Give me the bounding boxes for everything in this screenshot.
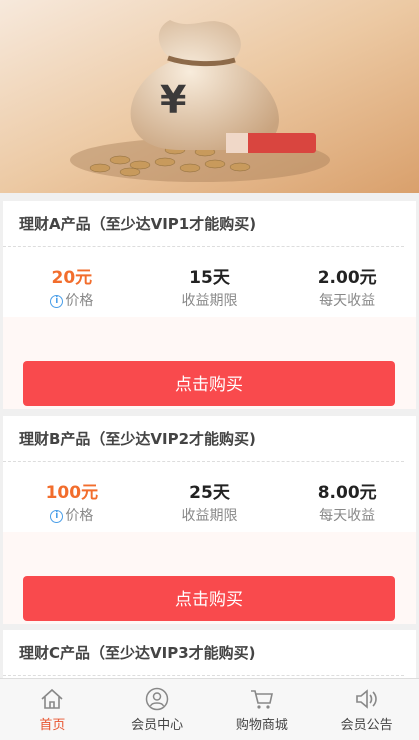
product-card: 理财B产品（至少达VIP2才能购买) 100元 i 价格 25天 收益期限 8.0… [3, 416, 416, 624]
tab-announcement[interactable]: 会员公告 [314, 679, 419, 740]
price-label: 价格 [65, 293, 94, 309]
period-label: 收益期限 [181, 293, 238, 309]
period-stat: 15天 收益期限 [141, 267, 279, 322]
daily-income-stat: 8.00元 每天收益 [278, 482, 416, 537]
product-card: 理财A产品（至少达VIP1才能购买) 20元 i 价格 15天 收益期限 2.00… [3, 201, 416, 409]
buy-button[interactable]: 点击购买 [23, 576, 395, 621]
buy-button[interactable]: 点击购买 [23, 361, 395, 406]
period-label: 收益期限 [181, 508, 238, 524]
period-stat: 25天 收益期限 [141, 482, 279, 537]
yen-symbol: ¥ [160, 78, 186, 122]
price-stat: 100元 i 价格 [3, 482, 141, 537]
price-stat: 20元 i 价格 [3, 267, 141, 322]
cart-icon [250, 690, 273, 709]
tab-label: 会员公告 [340, 718, 393, 733]
home-icon [41, 688, 63, 709]
info-icon: i [50, 294, 64, 308]
bottom-tab-bar: 首页 会员中心 购物商城 会员公告 [0, 678, 419, 740]
tab-label: 首页 [39, 718, 66, 733]
daily-income-value: 8.00元 [317, 483, 377, 503]
price-label: 价格 [65, 508, 94, 524]
price-value: 20元 [51, 268, 93, 288]
daily-income-label: 每天收益 [319, 293, 376, 309]
price-value: 100元 [45, 483, 99, 503]
tab-label: 购物商城 [235, 718, 288, 733]
tab-shopping-mall[interactable]: 购物商城 [210, 679, 315, 740]
user-icon [145, 687, 169, 711]
product-title: 理财B产品（至少达VIP2才能购买) [3, 416, 404, 462]
daily-income-stat: 2.00元 每天收益 [278, 267, 416, 322]
banner-image: ¥ [0, 0, 419, 193]
tab-member-center[interactable]: 会员中心 [105, 679, 210, 740]
product-title: 理财C产品（至少达VIP3才能购买) [3, 630, 404, 676]
tab-label: 会员中心 [131, 718, 184, 733]
info-icon: i [50, 509, 64, 523]
daily-income-label: 每天收益 [319, 508, 376, 524]
product-title: 理财A产品（至少达VIP1才能购买) [3, 201, 404, 247]
period-value: 25天 [189, 483, 230, 503]
daily-income-value: 2.00元 [317, 268, 377, 288]
speaker-icon [355, 689, 377, 709]
tab-home[interactable]: 首页 [0, 679, 105, 740]
period-value: 15天 [189, 268, 230, 288]
